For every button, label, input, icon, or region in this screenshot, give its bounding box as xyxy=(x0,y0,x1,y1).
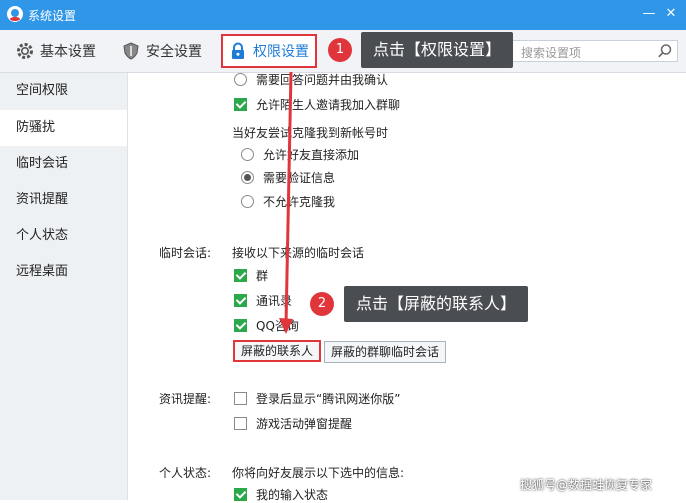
watermark: 搜狐号@数据蛙恢复专家 xyxy=(520,478,653,492)
blocked-contacts-button[interactable]: 屏蔽的联系人 xyxy=(233,340,322,362)
option-label: 我的输入状态 xyxy=(256,488,329,502)
shield-icon xyxy=(123,42,139,60)
sidebar-item-anti-harassment[interactable]: 防骚扰 xyxy=(0,110,127,146)
clone-verify-option[interactable]: 需要验证信息 xyxy=(241,169,335,186)
sidebar-item-label: 临时会话 xyxy=(16,156,69,171)
temp-session-qq-consult-option[interactable]: QQ咨询 xyxy=(234,317,299,334)
checkbox[interactable] xyxy=(234,417,247,430)
radio-button[interactable] xyxy=(241,195,254,208)
sidebar-item-label: 个人状态 xyxy=(16,228,69,243)
step-2-badge: 2 xyxy=(310,292,334,316)
checkbox[interactable] xyxy=(234,294,247,307)
gear-icon xyxy=(17,43,33,59)
checkbox[interactable] xyxy=(234,488,247,501)
game-popup-option[interactable]: 游戏活动弹窗提醒 xyxy=(234,415,352,432)
option-label: 通讯录 xyxy=(256,294,293,308)
sidebar-item-label: 远程桌面 xyxy=(16,264,69,279)
temp-session-contacts-option[interactable]: 通讯录 xyxy=(234,292,292,309)
window-title: 系统设置 xyxy=(28,9,77,23)
option-label: 不允许克隆我 xyxy=(263,195,336,209)
option-label: 需要验证信息 xyxy=(263,171,336,185)
checkbox[interactable] xyxy=(234,319,247,332)
option-label: 登录后显示“腾讯网迷你版” xyxy=(256,392,401,406)
search-icon[interactable] xyxy=(657,43,673,59)
tab-basic-settings[interactable]: 基本设置 xyxy=(16,30,96,72)
answer-question-option[interactable]: 需要回答问题并由我确认 xyxy=(234,71,388,88)
option-label: 游戏活动弹窗提醒 xyxy=(256,417,353,431)
checkbox[interactable] xyxy=(234,392,247,405)
temp-session-group-option[interactable]: 群 xyxy=(234,267,268,284)
temp-session-heading: 接收以下来源的临时会话 xyxy=(232,246,365,260)
blocked-group-session-button[interactable]: 屏蔽的群聊临时会话 xyxy=(324,341,447,363)
sidebar-item-news-reminder[interactable]: 资讯提醒 xyxy=(0,182,127,218)
personal-status-label: 个人状态: xyxy=(159,466,212,480)
sidebar: 空间权限 防骚扰 临时会话 资讯提醒 个人状态 远程桌面 xyxy=(0,73,128,500)
tab-permission-settings[interactable]: 权限设置 xyxy=(221,34,317,68)
tab-label: 权限设置 xyxy=(253,44,309,60)
stranger-invite-option[interactable]: 允许陌生人邀请我加入群聊 xyxy=(234,96,400,113)
news-reminder-label: 资讯提醒: xyxy=(159,392,212,406)
sidebar-item-personal-status[interactable]: 个人状态 xyxy=(0,218,127,254)
personal-status-heading: 你将向好友展示以下选中的信息: xyxy=(232,466,405,480)
lock-icon xyxy=(232,42,244,59)
checkbox[interactable] xyxy=(234,269,247,282)
radio-button[interactable] xyxy=(241,171,254,184)
search-input[interactable]: 搜索设置项 xyxy=(512,40,678,62)
option-label: 允许好友直接添加 xyxy=(263,148,360,162)
sidebar-item-space-permission[interactable]: 空间权限 xyxy=(0,73,127,109)
step-1-badge: 1 xyxy=(328,38,352,62)
step-2-callout: 点击【屏蔽的联系人】 xyxy=(344,286,529,322)
sidebar-item-label: 空间权限 xyxy=(16,83,69,98)
app-icon xyxy=(7,6,23,22)
clone-allow-option[interactable]: 允许好友直接添加 xyxy=(241,146,359,163)
typing-status-option[interactable]: 我的输入状态 xyxy=(234,486,328,503)
option-label: 群 xyxy=(256,269,269,283)
clone-deny-option[interactable]: 不允许克隆我 xyxy=(241,193,335,210)
mini-news-option[interactable]: 登录后显示“腾讯网迷你版” xyxy=(234,390,400,407)
sidebar-item-temp-session[interactable]: 临时会话 xyxy=(0,146,127,182)
option-label: 允许陌生人邀请我加入群聊 xyxy=(256,98,401,112)
checkbox[interactable] xyxy=(234,98,247,111)
search-placeholder: 搜索设置项 xyxy=(521,46,582,60)
option-label: QQ咨询 xyxy=(256,319,299,333)
temp-session-label: 临时会话: xyxy=(159,246,212,260)
minimize-button[interactable]: — xyxy=(640,5,658,23)
close-button[interactable]: ✕ xyxy=(662,5,680,23)
tab-label: 安全设置 xyxy=(146,44,202,60)
radio-button[interactable] xyxy=(234,73,247,86)
tab-label: 基本设置 xyxy=(40,44,96,60)
tab-security-settings[interactable]: 安全设置 xyxy=(122,30,202,72)
radio-button[interactable] xyxy=(241,148,254,161)
sidebar-item-label: 防骚扰 xyxy=(16,120,56,135)
option-label: 需要回答问题并由我确认 xyxy=(256,73,389,87)
sidebar-item-remote-desktop[interactable]: 远程桌面 xyxy=(0,254,127,290)
title-bar: 系统设置 — ✕ xyxy=(0,0,686,30)
step-1-callout: 点击【权限设置】 xyxy=(361,32,514,68)
sidebar-item-label: 资讯提醒 xyxy=(16,192,69,207)
clone-heading: 当好友尝试克隆我到新帐号时 xyxy=(232,126,389,140)
